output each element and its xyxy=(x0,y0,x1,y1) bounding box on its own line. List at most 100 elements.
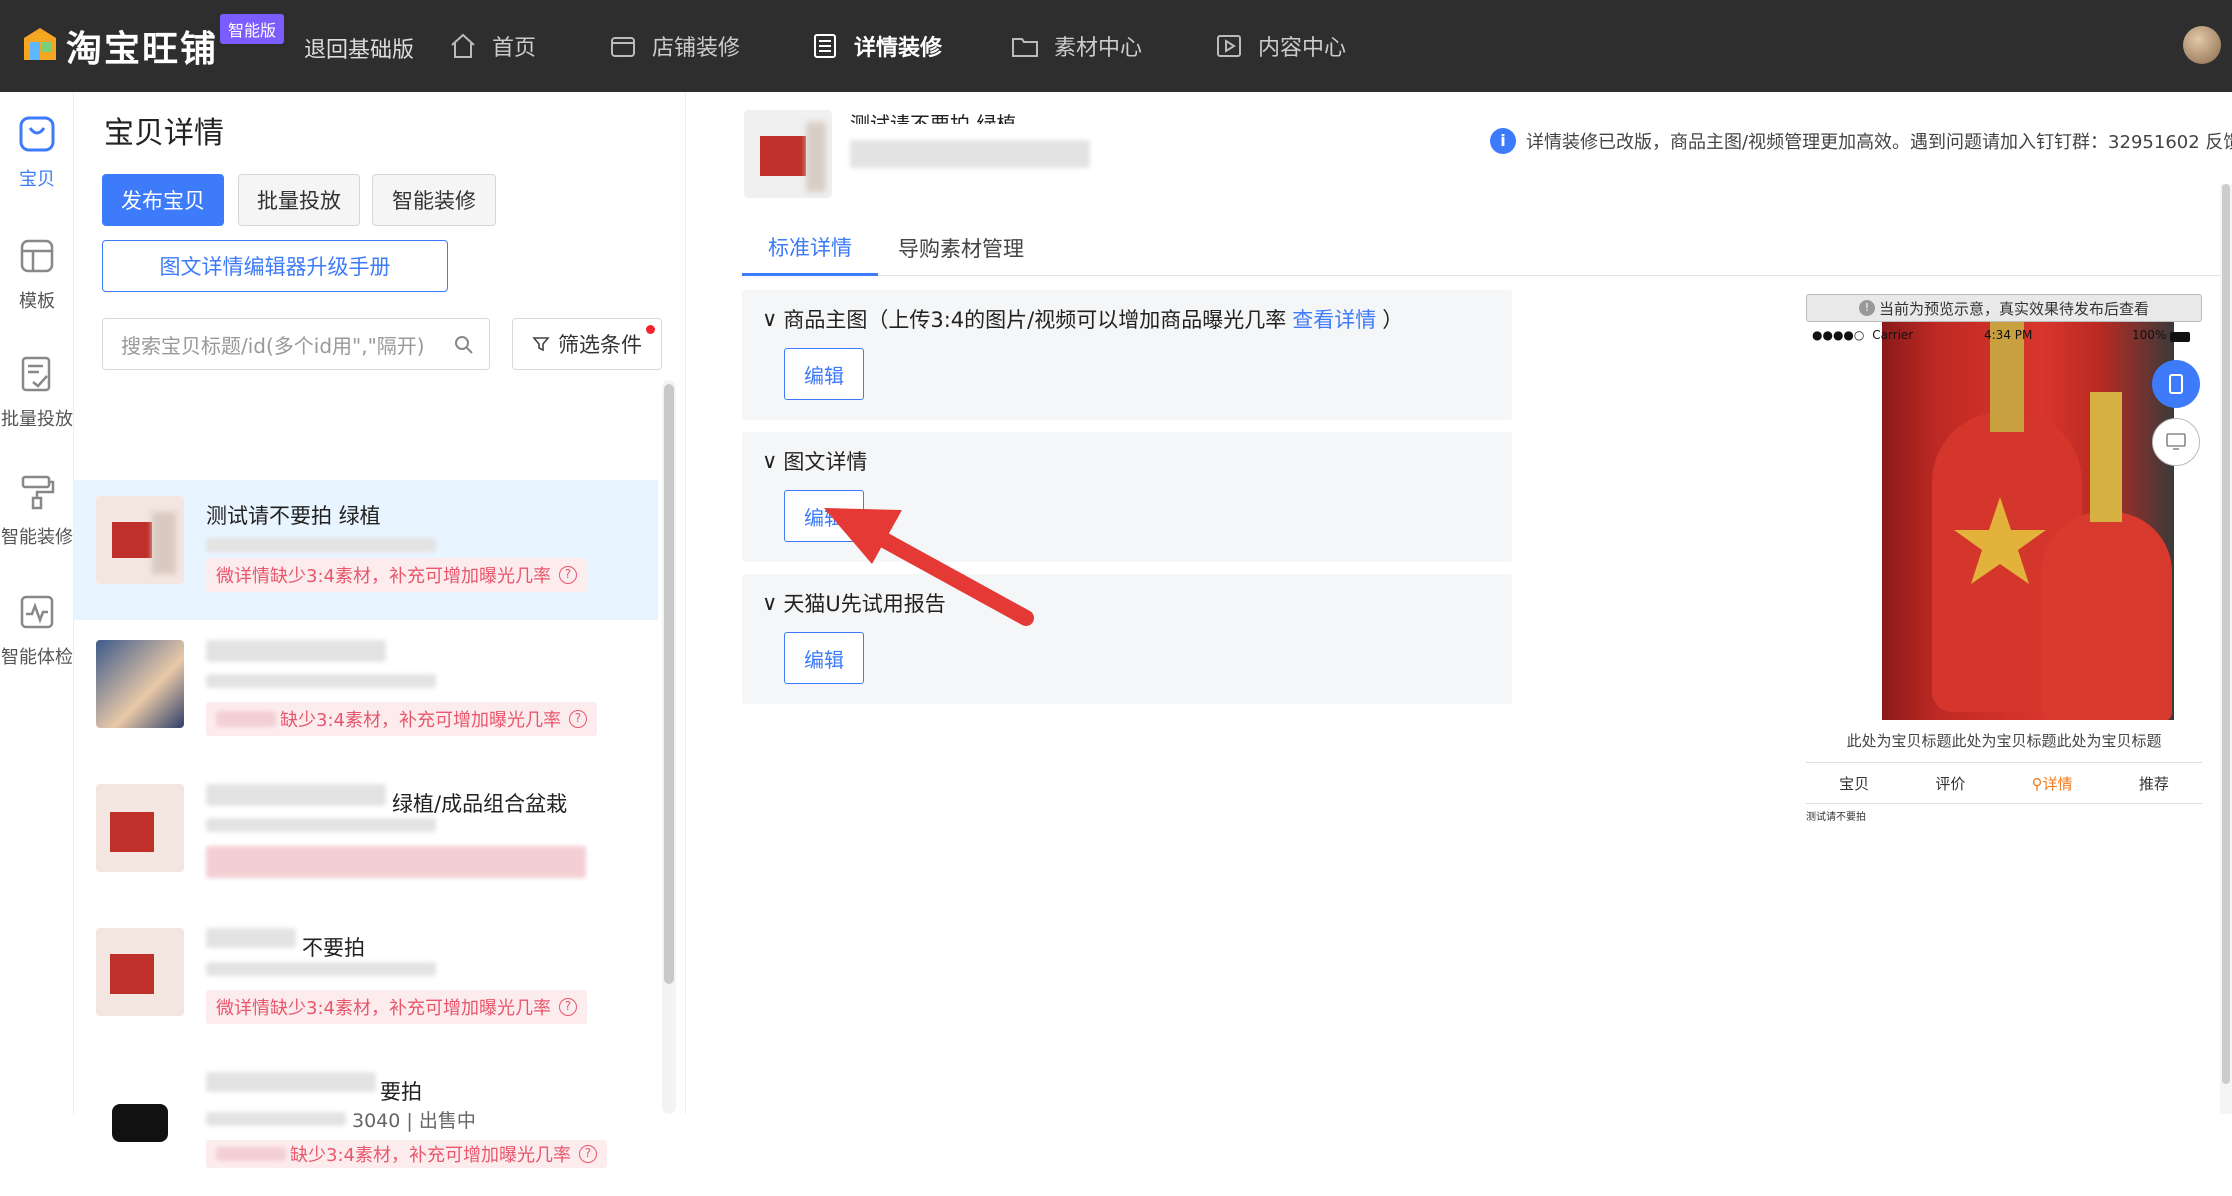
tab-guide-material[interactable]: 导购素材管理 xyxy=(898,220,1024,276)
top-bar: 淘宝旺铺 智能版 退回基础版 首页 店铺装修 详情装修 素材中心 内容中心 xyxy=(0,0,2232,92)
detail-tabs: 标准详情 导购素材管理 xyxy=(742,220,2232,276)
edit-graphic-detail-button[interactable]: 编辑 xyxy=(784,490,864,542)
star-emblem-icon xyxy=(1954,497,2046,584)
item-title: 绿植/成品组合盆栽 xyxy=(392,792,568,816)
back-basic-link[interactable]: 退回基础版 xyxy=(304,32,414,64)
list-scrollbar[interactable] xyxy=(662,380,676,1114)
item-thumbnail xyxy=(96,1072,184,1160)
time-label: 4:34 PM xyxy=(1984,328,2033,342)
preview-footer-text: 测试请不要拍 xyxy=(1806,812,1866,823)
smart-decoration-button[interactable]: 智能装修 xyxy=(372,174,496,226)
brand-name[interactable]: 淘宝旺铺 xyxy=(66,20,218,72)
publish-item-button[interactable]: 发布宝贝 xyxy=(102,174,224,226)
batch-deploy-button[interactable]: 批量投放 xyxy=(238,174,360,226)
rail-item-item[interactable]: 宝贝 xyxy=(0,114,74,191)
mobile-view-button[interactable] xyxy=(2152,360,2200,408)
rail-label-item: 宝贝 xyxy=(19,169,55,190)
left-rail: 宝贝 模板 批量投放 智能装修 智能体检 xyxy=(0,92,74,1114)
section-graphic-detail: ∨ 图文详情 编辑 xyxy=(742,432,1512,562)
nav-home[interactable]: 首页 xyxy=(448,0,536,92)
logo-icon xyxy=(24,28,56,60)
tab-standard-detail[interactable]: 标准详情 xyxy=(742,220,878,276)
section-title: ∨ 商品主图（上传3:4的图片/视频可以增加商品曝光几率 查看详情） xyxy=(762,304,1403,334)
help-icon[interactable]: ? xyxy=(558,566,577,584)
view-details-link[interactable]: 查看详情 xyxy=(1292,304,1376,334)
chevron-down-icon[interactable]: ∨ xyxy=(762,449,777,473)
editor-manual-button[interactable]: 图文详情编辑器升级手册 xyxy=(102,240,448,292)
rail-item-batch[interactable]: 批量投放 xyxy=(0,354,74,431)
store-icon xyxy=(611,37,635,57)
preview-tab-details-label: 详情 xyxy=(2042,774,2073,793)
nav-material-center[interactable]: 素材中心 xyxy=(1010,0,1142,92)
notice-bar: i 详情装修已改版，商品主图/视频管理更加高效。遇到问题请加入钉钉群：32951… xyxy=(1490,128,2232,154)
help-icon[interactable]: ? xyxy=(558,998,577,1016)
monitor-icon xyxy=(2166,433,2186,450)
blurred-tip xyxy=(206,846,586,878)
list-scroll-thumb[interactable] xyxy=(664,384,674,984)
user-avatar[interactable] xyxy=(2183,26,2221,64)
filter-active-dot xyxy=(646,325,655,334)
preview-banner-text: 当前为预览示意，真实效果待发布后查看 xyxy=(1878,299,2149,318)
list-item[interactable]: 要拍 3040 | 出售中 缺少3:4素材，补充可增加曝光几率 ? xyxy=(74,1056,658,1196)
info-icon: ! xyxy=(1858,300,1875,316)
search-icon[interactable] xyxy=(453,334,475,356)
help-icon[interactable]: ? xyxy=(568,710,587,728)
battery-label: 100% xyxy=(2132,328,2167,342)
blurred-title xyxy=(206,640,386,662)
item-thumbnail xyxy=(96,928,184,1016)
section-title-text: 图文详情 xyxy=(783,450,868,474)
blurred-meta xyxy=(206,818,436,832)
item-title: 不要拍 xyxy=(302,936,365,960)
rail-label-batch: 批量投放 xyxy=(1,409,73,430)
blurred-meta xyxy=(206,1112,346,1126)
item-thumbnail xyxy=(96,640,184,728)
product-preview-image xyxy=(1882,322,2174,720)
rail-item-smart-decoration[interactable]: 智能装修 xyxy=(0,472,74,549)
notice-text: 详情装修已改版，商品主图/视频管理更加高效。遇到问题请加入钉钉群：3295160… xyxy=(1526,132,2232,153)
product-thumbnail xyxy=(744,110,832,198)
carrier-label: Carrier xyxy=(1872,328,1914,342)
search-placeholder: 搜索宝贝标题/id(多个id用","隔开) xyxy=(121,333,425,358)
desktop-view-button[interactable] xyxy=(2152,418,2200,466)
filter-button[interactable]: 筛选条件 xyxy=(512,318,662,370)
item-tip: 微详情缺少3:4素材，补充可增加曝光几率 ? xyxy=(206,558,587,592)
chevron-down-icon[interactable]: ∨ xyxy=(762,307,777,331)
search-input[interactable]: 搜索宝贝标题/id(多个id用","隔开) xyxy=(102,318,490,370)
filter-label: 筛选条件 xyxy=(558,333,642,357)
main-scroll-thumb[interactable] xyxy=(2222,184,2230,1084)
section-title: ∨ 天猫U先试用报告 xyxy=(762,588,946,618)
help-icon[interactable]: ? xyxy=(578,1145,597,1163)
section-title: ∨ 图文详情 xyxy=(762,446,867,476)
section-trial-report: ∨ 天猫U先试用报告 编辑 xyxy=(742,574,1512,704)
list-item[interactable]: 绿植/成品组合盆栽 xyxy=(74,768,658,908)
chevron-down-icon[interactable]: ∨ xyxy=(762,591,777,615)
preview-tab-recommend: 推荐 xyxy=(2138,774,2169,793)
main-scrollbar[interactable] xyxy=(2220,184,2232,1114)
rail-item-template[interactable]: 模板 xyxy=(0,236,74,313)
nav-content-center[interactable]: 内容中心 xyxy=(1214,0,1346,92)
list-icon xyxy=(814,34,836,58)
list-item[interactable]: 缺少3:4素材，补充可增加曝光几率 ? xyxy=(74,624,658,764)
item-tip: 缺少3:4素材，补充可增加曝光几率 ? xyxy=(206,702,597,736)
blurred-title xyxy=(206,1072,376,1092)
blurred-text xyxy=(216,711,276,727)
nav-store-decoration[interactable]: 店铺装修 xyxy=(608,0,740,92)
list-item[interactable]: 测试请不要拍 绿植 微详情缺少3:4素材，补充可增加曝光几率 ? xyxy=(74,480,658,620)
rail-item-health-check[interactable]: 智能体检 xyxy=(0,592,74,669)
item-tip-text: 微详情缺少3:4素材，补充可增加曝光几率 xyxy=(216,998,551,1019)
nav-material-label: 素材中心 xyxy=(1054,36,1143,61)
preview-tab-reviews: 评价 xyxy=(1935,774,1966,793)
edit-trial-report-button[interactable]: 编辑 xyxy=(784,632,864,684)
info-icon: i xyxy=(1490,128,1516,154)
signal-icon: ●●●●○ xyxy=(1812,328,1865,342)
item-tip-text: 缺少3:4素材，补充可增加曝光几率 xyxy=(280,710,561,731)
edit-main-image-button[interactable]: 编辑 xyxy=(784,348,864,400)
nav-detail-decoration[interactable]: 详情装修 xyxy=(810,0,942,92)
preview-item-title: 此处为宝贝标题此处为宝贝标题此处为宝贝标题 xyxy=(1846,732,2162,750)
rail-label-health-check: 智能体检 xyxy=(1,647,73,668)
edition-badge: 智能版 xyxy=(220,14,285,44)
blurred-product-meta xyxy=(850,140,1090,168)
list-item[interactable]: 不要拍 微详情缺少3:4素材，补充可增加曝光几率 ? xyxy=(74,912,658,1052)
main-content: 测试请不要拍 绿植 i 详情装修已改版，商品主图/视频管理更加高效。遇到问题请加… xyxy=(706,92,2232,1114)
preview-banner: ! 当前为预览示意，真实效果待发布后查看 xyxy=(1806,294,2202,322)
